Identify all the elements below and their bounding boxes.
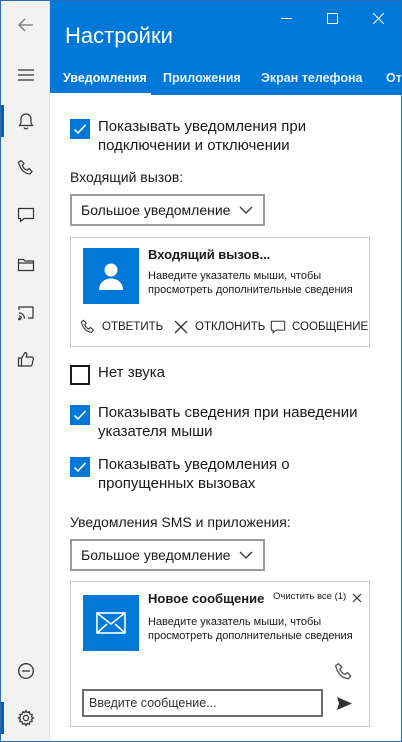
chevron-down-icon xyxy=(239,206,253,214)
hover-details-checkbox-row[interactable]: Показывать сведения при наведении указат… xyxy=(70,403,373,441)
phone-icon xyxy=(80,319,95,333)
tab-overflow[interactable]: От xyxy=(386,61,401,95)
sms-preview-card: Новое сообщение Очистить все (1) Наведит… xyxy=(70,581,370,727)
mute-checkbox-row[interactable]: Нет звука xyxy=(70,363,165,385)
tab-apps[interactable]: Приложения xyxy=(163,61,241,95)
connect-notifications-checkbox[interactable] xyxy=(70,119,90,139)
sms-card-text: Наведите указатель мыши, чтобы просмотре… xyxy=(148,616,353,642)
thumbs-up-icon[interactable] xyxy=(1,339,50,379)
call-card-text: Наведите указатель мыши, чтобы просмотре… xyxy=(148,270,353,296)
close-icon xyxy=(174,320,188,334)
incoming-call-dropdown-value: Большое уведомление xyxy=(81,202,231,218)
mute-label: Нет звука xyxy=(98,364,165,381)
incoming-call-preview-card: Входящий вызов... Наведите указатель мыш… xyxy=(70,237,370,347)
send-icon[interactable] xyxy=(337,697,352,710)
tab-notifications[interactable]: Уведомления xyxy=(63,61,147,95)
decline-label: ОТКЛОНИТЬ xyxy=(195,321,266,333)
sms-notifications-label: Уведомления SMS и приложения: xyxy=(70,514,291,530)
reply-message-button[interactable]: СООБЩЕНИЕ xyxy=(270,319,368,335)
close-icon[interactable] xyxy=(351,592,363,604)
hamburger-menu-icon[interactable] xyxy=(1,55,50,95)
contact-avatar-tile xyxy=(83,248,139,304)
content-scrollbar[interactable] xyxy=(395,95,401,741)
bell-icon[interactable] xyxy=(1,101,50,141)
connect-notifications-label: Показывать уведомления при подключении и… xyxy=(98,118,307,154)
hover-details-label: Показывать сведения при наведении указат… xyxy=(98,404,358,440)
app-title: Настройки xyxy=(65,23,173,48)
sms-card-title: Новое сообщение xyxy=(148,591,265,606)
person-icon xyxy=(99,263,123,290)
gear-icon[interactable] xyxy=(1,698,50,738)
tab-bar: Уведомления Приложения Экран телефона От xyxy=(50,61,401,95)
maximize-button[interactable] xyxy=(309,1,355,35)
missed-calls-checkbox[interactable] xyxy=(70,457,90,477)
call-card-title: Входящий вызов... xyxy=(148,247,271,262)
folder-icon[interactable] xyxy=(1,245,50,285)
hover-details-checkbox[interactable] xyxy=(70,405,90,425)
reply-message-label: СООБЩЕНИЕ xyxy=(292,321,369,333)
message-input[interactable] xyxy=(82,689,323,717)
close-window-button[interactable] xyxy=(355,1,401,35)
chevron-down-icon xyxy=(239,551,253,559)
cast-icon[interactable] xyxy=(1,293,50,333)
message-icon[interactable] xyxy=(1,195,50,235)
sms-dropdown-value: Большое уведомление xyxy=(81,547,231,563)
app-header: Настройки Уведомления Приложения Экран т… xyxy=(50,1,401,95)
mute-checkbox[interactable] xyxy=(70,365,90,385)
answer-button[interactable]: ОТВЕТИТЬ xyxy=(80,319,163,335)
phone-icon[interactable] xyxy=(1,148,50,188)
do-not-disturb-icon[interactable] xyxy=(1,651,50,691)
sms-notifications-dropdown[interactable]: Большое уведомление xyxy=(70,539,265,571)
decline-button[interactable]: ОТКЛОНИТЬ xyxy=(173,319,265,335)
envelope-icon xyxy=(96,612,126,634)
message-icon xyxy=(270,320,286,334)
missed-calls-label: Показывать уведомления о пропущенных выз… xyxy=(98,456,290,492)
window-controls xyxy=(263,1,401,35)
tab-phone-screen[interactable]: Экран телефона xyxy=(261,61,362,95)
settings-content: Показывать уведомления при подключении и… xyxy=(50,95,401,741)
nav-rail xyxy=(1,1,50,741)
message-tile xyxy=(83,595,139,651)
missed-calls-checkbox-row[interactable]: Показывать уведомления о пропущенных выз… xyxy=(70,455,348,493)
answer-label: ОТВЕТИТЬ xyxy=(102,321,164,333)
phone-icon[interactable] xyxy=(334,662,354,682)
incoming-call-label: Входящий вызов: xyxy=(70,169,184,185)
incoming-call-dropdown[interactable]: Большое уведомление xyxy=(70,194,265,226)
settings-window: Настройки Уведомления Приложения Экран т… xyxy=(0,0,402,742)
minimize-button[interactable] xyxy=(263,1,309,35)
connect-notifications-checkbox-row[interactable]: Показывать уведомления при подключении и… xyxy=(70,117,358,155)
clear-all-button[interactable]: Очистить все (1) xyxy=(273,591,346,602)
back-arrow-icon[interactable] xyxy=(1,5,50,45)
